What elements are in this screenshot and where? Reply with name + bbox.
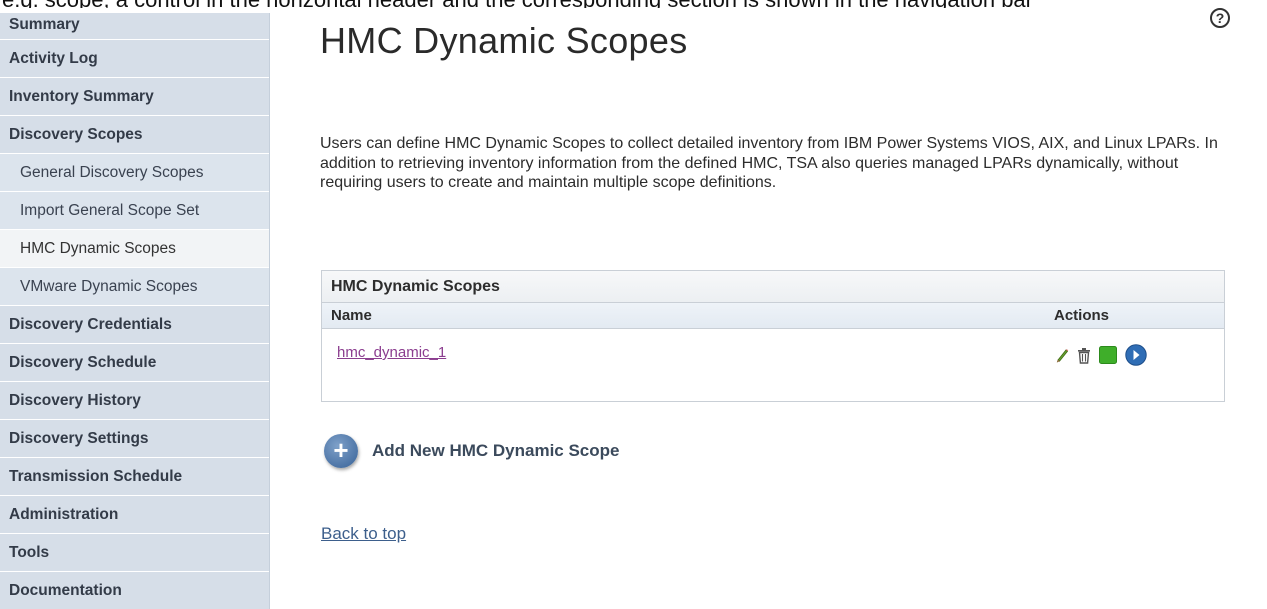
cropped-text-line: e.g. scope, a control in the horizontal …	[2, 0, 1033, 8]
scope-name-link[interactable]: hmc_dynamic_1	[337, 344, 446, 361]
table-header: Name Actions	[322, 303, 1224, 329]
top-cropped-text: e.g. scope, a control in the horizontal …	[0, 0, 1267, 8]
back-to-top-link[interactable]: Back to top	[321, 524, 406, 544]
sidebar-item-inventory-summary[interactable]: Inventory Summary	[0, 78, 269, 116]
sidebar-item-administration[interactable]: Administration	[0, 496, 269, 534]
sidebar-item-discovery-scopes[interactable]: Discovery Scopes	[0, 116, 269, 154]
run-icon[interactable]	[1125, 344, 1147, 366]
sidebar-item-discovery-credentials[interactable]: Discovery Credentials	[0, 306, 269, 344]
table-caption: HMC Dynamic Scopes	[322, 271, 1224, 303]
add-new-scope-label[interactable]: Add New HMC Dynamic Scope	[372, 441, 620, 461]
row-actions	[1055, 344, 1155, 366]
sidebar-item-summary[interactable]: Summary	[0, 13, 269, 40]
sidebar-item-transmission-schedule[interactable]: Transmission Schedule	[0, 458, 269, 496]
add-new-scope-button[interactable]: + Add New HMC Dynamic Scope	[324, 433, 620, 469]
page-description: Users can define HMC Dynamic Scopes to c…	[320, 135, 1218, 191]
plus-icon[interactable]: +	[324, 434, 358, 468]
edit-icon[interactable]	[1055, 347, 1069, 363]
sidebar-item-documentation[interactable]: Documentation	[0, 572, 269, 609]
sidebar-item-tools[interactable]: Tools	[0, 534, 269, 572]
sidebar-item-import-general-scope-set[interactable]: Import General Scope Set	[0, 192, 269, 230]
help-icon[interactable]: ?	[1210, 8, 1230, 28]
sidebar-item-discovery-schedule[interactable]: Discovery Schedule	[0, 344, 269, 382]
sidebar-item-discovery-history[interactable]: Discovery History	[0, 382, 269, 420]
column-header-actions: Actions	[1054, 307, 1110, 324]
sidebar-item-vmware-dynamic-scopes[interactable]: VMware Dynamic Scopes	[0, 268, 269, 306]
sidebar-nav: Summary Activity Log Inventory Summary D…	[0, 13, 270, 609]
page-title: HMC Dynamic Scopes	[320, 20, 688, 61]
sidebar-item-hmc-dynamic-scopes[interactable]: HMC Dynamic Scopes	[0, 230, 269, 268]
sidebar-item-activity-log[interactable]: Activity Log	[0, 40, 269, 78]
scopes-table: HMC Dynamic Scopes Name Actions hmc_dyna…	[321, 270, 1225, 402]
delete-icon[interactable]	[1077, 347, 1091, 364]
sidebar-item-discovery-settings[interactable]: Discovery Settings	[0, 420, 269, 458]
table-row: hmc_dynamic_1	[322, 329, 1224, 379]
page: e.g. scope, a control in the horizontal …	[0, 0, 1267, 609]
sidebar-item-general-discovery-scopes[interactable]: General Discovery Scopes	[0, 154, 269, 192]
status-icon[interactable]	[1099, 346, 1117, 364]
column-header-name[interactable]: Name	[331, 303, 372, 329]
